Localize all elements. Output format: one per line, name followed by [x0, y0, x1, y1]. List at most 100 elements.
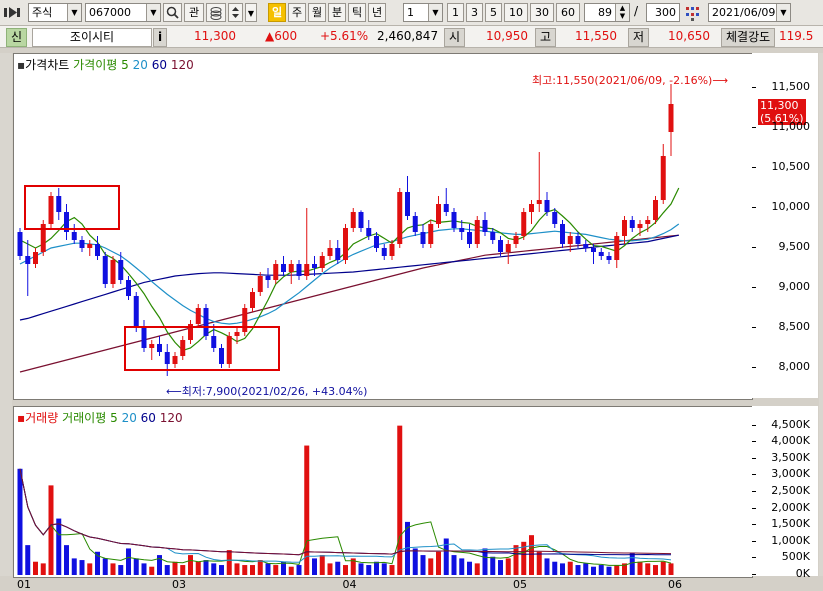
chevron-down-icon[interactable]: ▼ — [428, 4, 442, 21]
volume-chart-panel[interactable]: ▪거래량 거래이평 5 20 60 120 — [13, 406, 753, 578]
candle-body — [172, 356, 178, 364]
volume-bar — [575, 565, 581, 575]
stock-info-button[interactable]: i — [153, 28, 168, 47]
candle-body — [257, 276, 263, 292]
candle-body — [273, 264, 279, 280]
volume-bar — [296, 565, 302, 575]
toolbar: 주식 ▼ 067000 ▼ 관 ▼ 일 주 월 분 틱 년 1 ▼ 1 3 5 … — [0, 0, 823, 26]
price-chart-plot[interactable] — [14, 54, 752, 399]
chevron-down-icon[interactable]: ▼ — [776, 4, 790, 21]
candle-body — [110, 260, 116, 284]
x-tick-label: 04 — [342, 578, 357, 591]
period-tick-button[interactable]: 틱 — [348, 3, 366, 22]
low-price: 10,650 — [668, 29, 710, 43]
period-minute-button[interactable]: 분 — [328, 3, 346, 22]
date-picker-value: 2021/06/09 — [712, 6, 776, 19]
price-tick-mark — [752, 207, 756, 208]
candle-body — [389, 244, 395, 256]
volume-bar — [71, 558, 77, 575]
period-button-60[interactable]: 60 — [556, 3, 580, 22]
volume-bar — [381, 563, 387, 575]
volume-bar — [358, 563, 364, 575]
price-chart-panel[interactable]: ▪가격차트 가격이평 5 20 60 120 최고:11,550(2021/06… — [13, 53, 753, 400]
count-input[interactable]: 89 ▲ ▼ — [584, 3, 630, 22]
stock-name[interactable]: 조이시티 — [32, 28, 152, 47]
high-label: 고 — [535, 28, 557, 47]
period-button-label: 10 — [509, 6, 523, 19]
candle-body — [397, 192, 403, 244]
watch-button[interactable]: 관 — [184, 3, 204, 22]
date-picker[interactable]: 2021/06/09 ▼ — [708, 3, 791, 22]
candle-body — [281, 264, 286, 272]
period-week-button[interactable]: 주 — [288, 3, 306, 22]
chevron-down-icon[interactable]: ▼ — [146, 4, 160, 21]
candle-body — [420, 232, 426, 244]
watch-button-label: 관 — [188, 6, 200, 19]
volume-bar — [560, 563, 565, 575]
volume-bar — [498, 560, 503, 575]
volume-chart-plot[interactable] — [14, 407, 752, 577]
period-month-button[interactable]: 월 — [308, 3, 326, 22]
candle-body — [474, 220, 480, 244]
candle-body — [505, 244, 511, 252]
period-button-5[interactable]: 5 — [485, 3, 502, 22]
price-tick-label: 10,000 — [771, 200, 811, 213]
candle-body — [629, 220, 635, 228]
volume-tick-label: 2,500K — [771, 484, 810, 498]
candle-body — [71, 232, 77, 240]
up-down-icon[interactable]: ▲ ▼ — [615, 4, 629, 21]
volume-bar — [265, 563, 271, 575]
price-tick-label: 11,000 — [771, 120, 811, 133]
price-y-axis: 11,300 (5.61%) 8,000 8,500 9,000 9,500 10,00… — [752, 53, 818, 398]
volume-tick-mark — [752, 524, 756, 526]
volume-ma5-line — [19, 468, 672, 566]
volume-tick-label: 2,000K — [771, 500, 810, 514]
menu-dropdown-button[interactable]: ▼ — [245, 3, 257, 22]
period-year-button[interactable]: 년 — [368, 3, 386, 22]
volume-tick-label: 1,500K — [771, 517, 810, 531]
candle-body — [544, 200, 550, 212]
volume-tick-mark — [752, 540, 756, 542]
legend-ma120: 120 — [170, 58, 194, 72]
total-count-value: 300 — [655, 6, 676, 19]
volume-bar — [614, 565, 620, 575]
candle-body — [25, 256, 31, 264]
unit-select[interactable]: 1 ▼ — [403, 3, 443, 22]
price-tick-label: 10,500 — [771, 160, 811, 173]
legend-vma-label: 거래이평 — [62, 411, 107, 425]
candle-body — [436, 204, 441, 224]
stock-code-input[interactable]: 067000 ▼ — [85, 3, 161, 22]
legend-marker: ▪ — [17, 58, 26, 72]
menu-arrow-icon[interactable] — [3, 5, 25, 20]
max-price-annotation: 최고:11,550(2021/06/09, -2.16%)⟶ — [532, 72, 728, 88]
volume-bar — [64, 545, 69, 575]
period-button-3[interactable]: 3 — [466, 3, 483, 22]
volume-bar — [195, 561, 201, 575]
search-button[interactable] — [163, 3, 182, 22]
volume-bar — [141, 563, 147, 575]
settings-icon[interactable] — [684, 4, 702, 22]
market-select[interactable]: 주식 ▼ — [28, 3, 82, 22]
open-label: 시 — [444, 28, 466, 47]
volume-bar — [87, 563, 93, 575]
period-button-10[interactable]: 10 — [504, 3, 528, 22]
volume-bar — [110, 563, 116, 575]
candle-body — [529, 204, 534, 212]
chevron-down-icon[interactable]: ▼ — [67, 4, 81, 21]
left-scrollbar[interactable] — [0, 53, 12, 576]
stack-button[interactable] — [206, 3, 226, 22]
current-price: 11,300 — [194, 29, 236, 43]
period-button-30[interactable]: 30 — [530, 3, 554, 22]
right-scrollbar[interactable] — [819, 53, 823, 576]
volume-bar — [40, 563, 46, 575]
volume-tick-mark — [752, 507, 756, 509]
total-count-field[interactable]: 300 — [646, 3, 680, 22]
volume-bar — [273, 565, 279, 575]
candle-body — [412, 216, 418, 232]
period-button-1[interactable]: 1 — [447, 3, 464, 22]
candle-body — [583, 244, 589, 248]
stepper-button[interactable] — [228, 3, 243, 22]
volume-tick-mark — [752, 457, 756, 459]
period-day-button[interactable]: 일 — [268, 3, 286, 22]
volume-tick-label: 500K — [781, 550, 810, 564]
